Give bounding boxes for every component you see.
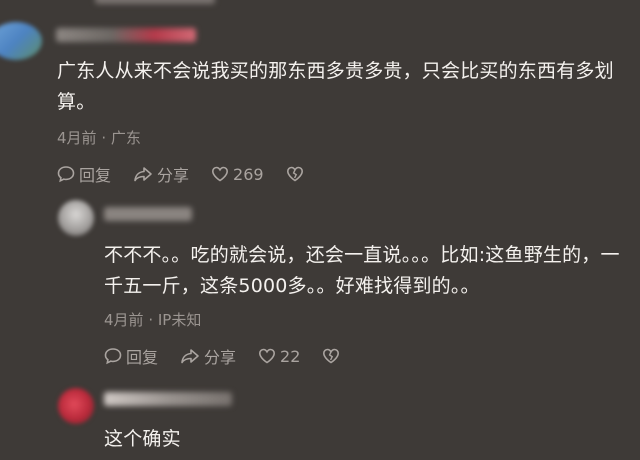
comment-2-dislike-button[interactable] bbox=[322, 347, 344, 365]
comment-1-text: 广东人从来不会说我买的那东西多贵多贵，只会比买的东西有多划算。 bbox=[57, 60, 614, 113]
comment-1-username[interactable] bbox=[56, 28, 196, 42]
heart-icon bbox=[212, 166, 229, 182]
comment-3-avatar[interactable] bbox=[58, 388, 94, 424]
comment-2-location: IP未知 bbox=[157, 311, 202, 329]
comment-2-share-button[interactable]: 分享 bbox=[180, 344, 236, 368]
meta-separator: · bbox=[148, 311, 158, 329]
comment-1-like-button[interactable]: 269 bbox=[211, 165, 264, 184]
comment-1-actions: 回复 分享 269 bbox=[57, 162, 330, 186]
comment-2-meta: 4月前 · IP未知 bbox=[104, 309, 201, 330]
meta-separator: · bbox=[101, 129, 111, 147]
top-blurred-header bbox=[95, 0, 215, 4]
comment-2-time: 4月前 bbox=[104, 311, 144, 329]
comment-3-username[interactable] bbox=[104, 392, 232, 406]
comment-2-reply-button[interactable]: 回复 bbox=[104, 344, 158, 368]
share-arrow-icon bbox=[134, 167, 152, 182]
like-count: 269 bbox=[233, 164, 264, 184]
comment-1-avatar[interactable] bbox=[0, 22, 42, 60]
comment-bubble-icon bbox=[104, 348, 122, 365]
comment-1-reply-button[interactable]: 回复 bbox=[57, 162, 111, 186]
comment-3-text: 这个确实 bbox=[104, 428, 181, 450]
like-count: 22 bbox=[280, 346, 301, 366]
reply-label: 回复 bbox=[79, 166, 112, 185]
comment-1-location: 广东 bbox=[110, 129, 141, 147]
reply-label: 回复 bbox=[126, 348, 159, 367]
comment-bubble-icon bbox=[57, 166, 75, 183]
share-arrow-icon bbox=[181, 349, 199, 364]
broken-heart-icon bbox=[323, 348, 340, 364]
share-label: 分享 bbox=[157, 166, 190, 185]
broken-heart-icon bbox=[286, 166, 303, 182]
comment-2-like-button[interactable]: 22 bbox=[258, 347, 300, 366]
comment-1-meta: 4月前 · 广东 bbox=[57, 127, 141, 148]
comment-2-actions: 回复 分享 22 bbox=[104, 344, 366, 368]
comment-1-share-button[interactable]: 分享 bbox=[133, 162, 189, 186]
comment-2-username[interactable] bbox=[104, 207, 192, 221]
heart-icon bbox=[259, 348, 276, 364]
share-label: 分享 bbox=[204, 348, 237, 367]
comment-1-dislike-button[interactable] bbox=[286, 165, 308, 183]
comment-1-time: 4月前 bbox=[57, 129, 97, 147]
comment-2-text: 不不不。。吃的就会说，还会一直说。。。比如:这鱼野生的，一千五一斤，这条5000… bbox=[104, 244, 620, 297]
comment-2-avatar[interactable] bbox=[58, 200, 94, 236]
